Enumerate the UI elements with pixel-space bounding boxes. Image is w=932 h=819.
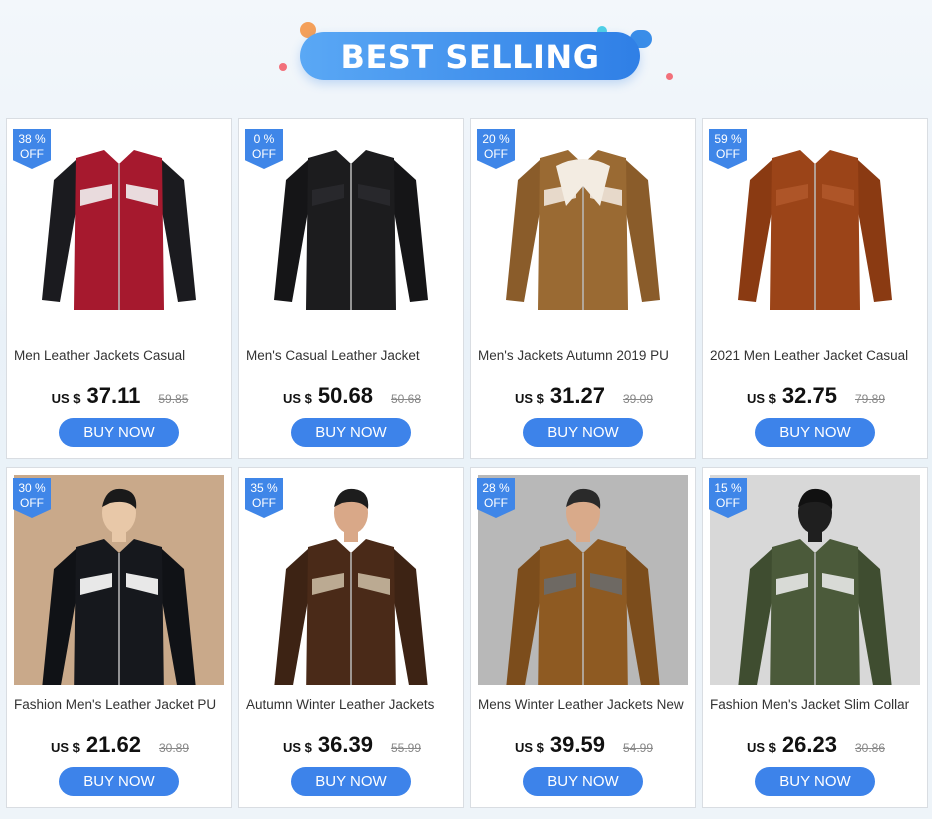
buy-now-button[interactable]: BUY NOW xyxy=(291,767,411,796)
buy-now-button[interactable]: BUY NOW xyxy=(755,767,875,796)
price-row: US $ 39.59 54.99 xyxy=(471,732,697,758)
product-card[interactable]: 59 % OFF 2021 Men Leather Jacket Casual … xyxy=(702,118,928,459)
discount-off-label: OFF xyxy=(716,147,740,161)
buy-now-button[interactable]: BUY NOW xyxy=(523,418,643,447)
product-name[interactable]: Fashion Men's Jacket Slim Collar xyxy=(710,697,922,712)
product-name[interactable]: Men Leather Jackets Casual xyxy=(14,348,226,363)
original-price: 50.68 xyxy=(390,392,421,406)
discount-percent: 59 % xyxy=(714,132,742,146)
product-name[interactable]: Mens Winter Leather Jackets New xyxy=(478,697,690,712)
product-card[interactable]: 30 % OFF Fashion Men's Leather Jacket PU… xyxy=(6,467,232,808)
decor-dot xyxy=(279,63,287,71)
discount-off-label: OFF xyxy=(484,147,508,161)
discount-percent: 20 % xyxy=(482,132,510,146)
original-price: 54.99 xyxy=(622,741,653,755)
price-row: US $ 21.62 30.89 xyxy=(7,732,233,758)
sale-price: 39.59 xyxy=(549,732,605,757)
product-card[interactable]: 0 % OFF Men's Casual Leather Jacket US $… xyxy=(238,118,464,459)
original-price: 39.09 xyxy=(622,392,653,406)
sale-price: 36.39 xyxy=(317,732,373,757)
currency-label: US $ xyxy=(51,391,81,406)
price-row: US $ 31.27 39.09 xyxy=(471,383,697,409)
product-name[interactable]: Men's Jackets Autumn 2019 PU xyxy=(478,348,690,363)
price-row: US $ 37.11 59.85 xyxy=(7,383,233,409)
original-price: 30.89 xyxy=(158,741,189,755)
currency-label: US $ xyxy=(283,391,312,406)
buy-now-button[interactable]: BUY NOW xyxy=(523,767,643,796)
product-name[interactable]: Men's Casual Leather Jacket xyxy=(246,348,458,363)
model-neck xyxy=(112,530,126,542)
discount-off-label: OFF xyxy=(252,496,276,510)
model-neck xyxy=(344,530,358,542)
sale-price: 26.23 xyxy=(781,732,837,757)
buy-now-button[interactable]: BUY NOW xyxy=(291,418,411,447)
product-name[interactable]: Autumn Winter Leather Jackets xyxy=(246,697,458,712)
buy-now-button[interactable]: BUY NOW xyxy=(755,418,875,447)
product-card[interactable]: 28 % OFF Mens Winter Leather Jackets New… xyxy=(470,467,696,808)
buy-now-button[interactable]: BUY NOW xyxy=(59,418,179,447)
product-name[interactable]: 2021 Men Leather Jacket Casual xyxy=(710,348,922,363)
price-row: US $ 26.23 30.86 xyxy=(703,732,929,758)
product-card[interactable]: 15 % OFF Fashion Men's Jacket Slim Colla… xyxy=(702,467,928,808)
product-card[interactable]: 20 % OFF Men's Jackets Autumn 2019 PU US… xyxy=(470,118,696,459)
discount-off-label: OFF xyxy=(20,147,44,161)
original-price: 30.86 xyxy=(854,741,885,755)
currency-label: US $ xyxy=(515,391,544,406)
product-card[interactable]: 35 % OFF Autumn Winter Leather Jackets U… xyxy=(238,467,464,808)
banner-title: BEST SELLING xyxy=(340,38,600,76)
price-row: US $ 50.68 50.68 xyxy=(239,383,465,409)
discount-percent: 30 % xyxy=(18,481,46,495)
sale-price: 31.27 xyxy=(549,383,605,408)
discount-off-label: OFF xyxy=(484,496,508,510)
model-neck xyxy=(808,530,822,542)
original-price: 79.89 xyxy=(854,392,885,406)
discount-percent: 28 % xyxy=(482,481,510,495)
product-name[interactable]: Fashion Men's Leather Jacket PU xyxy=(14,697,226,712)
discount-percent: 15 % xyxy=(714,481,742,495)
discount-percent: 38 % xyxy=(18,132,46,146)
sale-price: 37.11 xyxy=(86,383,141,408)
discount-off-label: OFF xyxy=(716,496,740,510)
discount-percent: 35 % xyxy=(250,481,278,495)
buy-now-button[interactable]: BUY NOW xyxy=(59,767,179,796)
sale-price: 50.68 xyxy=(317,383,373,408)
currency-label: US $ xyxy=(515,740,544,755)
currency-label: US $ xyxy=(747,391,776,406)
decor-dot xyxy=(666,73,673,80)
original-price: 59.85 xyxy=(158,392,189,406)
sale-price: 21.62 xyxy=(85,732,141,757)
currency-label: US $ xyxy=(747,740,776,755)
sale-price: 32.75 xyxy=(781,383,837,408)
discount-percent: 0 % xyxy=(253,132,275,146)
model-neck xyxy=(576,530,590,542)
currency-label: US $ xyxy=(283,740,312,755)
discount-off-label: OFF xyxy=(20,496,44,510)
currency-label: US $ xyxy=(51,740,80,755)
best-selling-banner: BEST SELLING xyxy=(0,0,932,110)
original-price: 55.99 xyxy=(390,741,421,755)
discount-off-label: OFF xyxy=(252,147,276,161)
price-row: US $ 36.39 55.99 xyxy=(239,732,465,758)
product-card[interactable]: 38 % OFF Men Leather Jackets Casual US $… xyxy=(6,118,232,459)
price-row: US $ 32.75 79.89 xyxy=(703,383,929,409)
